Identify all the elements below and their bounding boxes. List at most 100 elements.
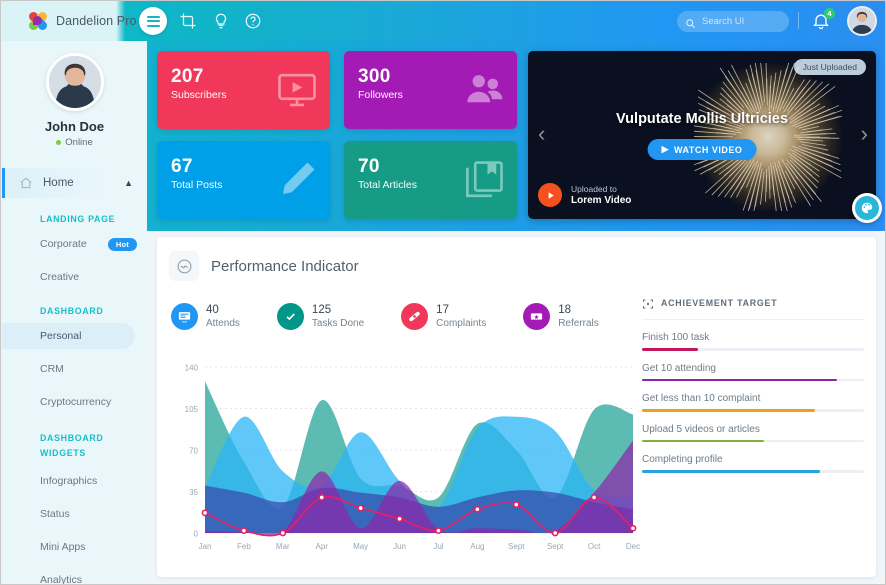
metric-tasks-done[interactable]: 125 Tasks Done bbox=[276, 303, 364, 330]
profile-name: John Doe bbox=[44, 119, 105, 134]
notifications-button[interactable]: 4 bbox=[811, 8, 835, 31]
play-icon: ▶ bbox=[661, 144, 670, 154]
chart-data-point[interactable] bbox=[318, 494, 326, 501]
hamburger-menu-icon[interactable] bbox=[139, 7, 167, 35]
y-axis-tick: 140 bbox=[185, 364, 199, 373]
channel-name: Lorem Video bbox=[571, 195, 632, 206]
chevron-left-icon[interactable]: ‹ bbox=[538, 123, 545, 145]
x-axis-tick: Dec bbox=[626, 542, 640, 551]
watch-video-button[interactable]: ▶ WATCH VIDEO bbox=[647, 139, 757, 160]
sidebar-item-creative[interactable]: Creative bbox=[2, 264, 147, 290]
profile-avatar[interactable] bbox=[45, 53, 104, 111]
sidebar-item-label: Analytics bbox=[40, 574, 83, 585]
metric-value: 17 bbox=[436, 304, 449, 316]
search-icon bbox=[685, 16, 696, 28]
x-axis-tick: Sept bbox=[508, 542, 525, 551]
focus-target-icon bbox=[642, 297, 654, 309]
sidebar-item-label: CRM bbox=[40, 363, 64, 375]
app-window: Dandelion Pro Search UI 4 John Doe Onlin… bbox=[0, 0, 886, 585]
stat-card-subscribers[interactable]: 207 Subscribers bbox=[157, 51, 330, 129]
play-circle-icon bbox=[538, 183, 562, 207]
achievement-label: Finish 100 task bbox=[642, 332, 710, 343]
check-circle-icon bbox=[276, 303, 304, 330]
sidebar-item-label: Infographics bbox=[40, 475, 98, 487]
chart-data-point[interactable] bbox=[512, 501, 520, 508]
progress-fill bbox=[642, 348, 698, 351]
chart-data-point[interactable] bbox=[396, 515, 403, 523]
profile-status: Online bbox=[56, 137, 93, 148]
sidebar-item-crm[interactable]: CRM bbox=[2, 356, 147, 382]
sidebar-section-title: LANDING PAGE bbox=[40, 214, 116, 224]
search-box[interactable] bbox=[677, 11, 789, 32]
metric-referrals[interactable]: 18 Referrals bbox=[523, 303, 599, 330]
metric-value: 125 bbox=[311, 304, 332, 316]
sidebar-item-label: Corporate bbox=[40, 238, 87, 250]
achievement-list: Finish 100 task Get 10 attending Get less … bbox=[642, 332, 864, 473]
metrics-row: 40 Attends 125 Tasks Done 17 Complaints 18 Refe… bbox=[171, 303, 641, 330]
crop-icon[interactable] bbox=[179, 12, 197, 30]
sidebar-item-label: Status bbox=[40, 508, 70, 520]
sidebar-item-home[interactable]: Home ▲ bbox=[2, 168, 147, 198]
ticket-star-icon bbox=[523, 303, 551, 330]
sidebar-item-infographics[interactable]: Infographics bbox=[2, 468, 147, 494]
chart-data-point[interactable] bbox=[435, 527, 442, 535]
people-icon bbox=[463, 69, 505, 111]
chart-data-point[interactable] bbox=[279, 529, 287, 537]
metric-complaints[interactable]: 17 Complaints bbox=[401, 303, 486, 330]
metric-value: 40 bbox=[206, 304, 219, 316]
chart-data-point[interactable] bbox=[240, 527, 248, 535]
brand[interactable]: Dandelion Pro bbox=[27, 1, 137, 41]
chart-data-point[interactable] bbox=[357, 504, 365, 512]
performance-indicator-panel: Performance Indicator 40 Attends 125 Tasks … bbox=[157, 237, 876, 577]
sidebar-item-mini-apps[interactable]: Mini Apps bbox=[2, 534, 147, 560]
sidebar-item-analytics[interactable]: Analytics bbox=[2, 567, 147, 585]
chevron-right-icon[interactable]: › bbox=[861, 123, 868, 145]
flower-logo-icon bbox=[27, 9, 49, 32]
profile-status-label: Online bbox=[65, 137, 93, 148]
avatar[interactable] bbox=[847, 6, 877, 36]
chart-data-point[interactable] bbox=[473, 505, 481, 513]
stat-card-followers[interactable]: 300 Followers bbox=[344, 51, 517, 129]
x-axis-tick: Oct bbox=[588, 542, 601, 551]
progress-track bbox=[642, 378, 864, 381]
achievement-item: Get 10 attending bbox=[642, 363, 864, 381]
performance-header: Performance Indicator bbox=[157, 237, 876, 281]
notification-badge: 4 bbox=[824, 8, 835, 19]
chart-data-point[interactable] bbox=[551, 529, 559, 537]
achievement-title: ACHIEVEMENT TARGET bbox=[661, 298, 778, 308]
sidebar-item-label: Cryptocurrency bbox=[40, 396, 112, 408]
stat-cards: 207 Subscribers 300 Followers 67 Total P… bbox=[157, 51, 517, 219]
sidebar-item-status[interactable]: Status bbox=[2, 501, 147, 527]
brand-name: Dandelion Pro bbox=[56, 14, 137, 28]
stat-card-total-posts[interactable]: 67 Total Posts bbox=[157, 141, 330, 219]
progress-track bbox=[642, 348, 864, 351]
help-circle-icon[interactable] bbox=[244, 12, 262, 30]
watch-video-label: WATCH VIDEO bbox=[674, 144, 743, 155]
pencil-icon bbox=[276, 159, 318, 201]
metric-text: 17 Complaints bbox=[436, 304, 486, 329]
chart-data-point[interactable] bbox=[590, 494, 598, 501]
featured-video-card[interactable]: Just Uploaded Vulputate Mollis Ultricies… bbox=[528, 51, 876, 219]
theme-settings-button[interactable] bbox=[852, 193, 882, 223]
just-uploaded-badge: Just Uploaded bbox=[793, 59, 866, 75]
x-axis-tick: Jun bbox=[393, 542, 406, 551]
stat-card-total-articles[interactable]: 70 Total Articles bbox=[344, 141, 517, 219]
chevron-up-icon[interactable]: ▲ bbox=[124, 178, 133, 188]
sidebar-item-cryptocurrency[interactable]: Cryptocurrency bbox=[2, 389, 147, 415]
sidebar-item-personal[interactable]: Personal bbox=[2, 323, 135, 349]
metric-attends[interactable]: 40 Attends bbox=[171, 303, 240, 330]
wave-chart-icon bbox=[169, 251, 199, 281]
search-input[interactable] bbox=[702, 16, 781, 27]
progress-fill bbox=[642, 409, 816, 412]
sidebar-item-label: Creative bbox=[40, 271, 80, 283]
metric-value: 18 bbox=[558, 304, 571, 316]
achievement-label: Get less than 10 complaint bbox=[642, 393, 761, 404]
achievement-label: Upload 5 videos or articles bbox=[642, 423, 760, 435]
chart-data-point[interactable] bbox=[201, 509, 209, 517]
lightbulb-icon[interactable] bbox=[212, 12, 230, 30]
x-axis-tick: Apr bbox=[316, 542, 329, 551]
chart-data-point[interactable] bbox=[629, 524, 637, 532]
sidebar-item-corporate[interactable]: Corporate Hot bbox=[2, 231, 147, 257]
progress-track bbox=[642, 470, 864, 473]
x-axis-tick: Aug bbox=[470, 542, 484, 551]
